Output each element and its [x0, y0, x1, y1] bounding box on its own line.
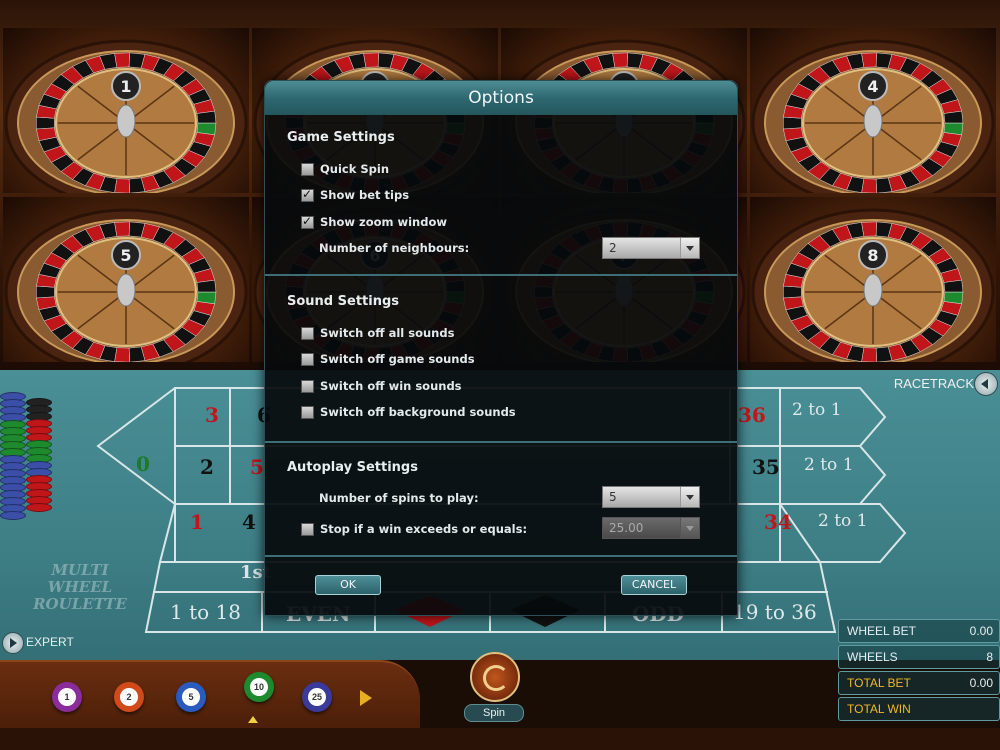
switch-off-all-checkbox[interactable]	[301, 326, 314, 340]
chip-10[interactable]: 10	[244, 672, 274, 702]
racetrack-label[interactable]: RACETRACK	[894, 376, 974, 391]
wheel-1[interactable]: 1	[3, 28, 249, 193]
chip-stack	[0, 392, 26, 520]
dialog-title: Options	[265, 81, 737, 115]
chevron-down-icon[interactable]	[680, 238, 699, 258]
section-divider	[265, 274, 737, 276]
wheel-8[interactable]: 8	[750, 197, 996, 362]
switch-off-all-option[interactable]: Switch off all sounds	[301, 325, 454, 341]
expert-toggle-icon[interactable]	[2, 632, 24, 654]
wheel-bet-stat: WHEEL BET 0.00	[838, 619, 1000, 643]
section-divider	[265, 441, 737, 443]
column-bet-top[interactable]: 2 to 1	[792, 400, 842, 420]
low-bet[interactable]: 1 to 18	[170, 600, 241, 624]
switch-off-win-option[interactable]: Switch off win sounds	[301, 378, 462, 394]
racetrack-toggle-icon[interactable]	[974, 372, 998, 396]
wheel-number-label: 1	[120, 77, 131, 96]
number-cell[interactable]: 35	[752, 455, 780, 479]
number-cell[interactable]: 5	[250, 455, 264, 479]
show-bet-tips-checkbox[interactable]	[301, 187, 314, 202]
ok-button[interactable]: OK	[315, 575, 381, 595]
number-cell[interactable]: 4	[242, 510, 256, 534]
neighbours-select[interactable]: 2	[602, 237, 700, 259]
quick-spin-checkbox[interactable]	[301, 162, 314, 176]
show-bet-tips-option[interactable]: Show bet tips	[301, 187, 409, 203]
chip-scroll-arrow-icon[interactable]	[360, 690, 372, 706]
total-win-stat: TOTAL WIN	[838, 697, 1000, 721]
switch-off-background-option[interactable]: Switch off background sounds	[301, 404, 516, 420]
stop-win-option[interactable]: Stop if a win exceeds or equals:	[301, 521, 527, 537]
cancel-button[interactable]: CANCEL	[621, 575, 687, 595]
chip-5[interactable]: 5	[176, 682, 206, 712]
number-cell[interactable]: 2	[200, 455, 214, 479]
column-bet-mid[interactable]: 2 to 1	[804, 455, 854, 475]
chevron-down-icon[interactable]	[680, 487, 699, 507]
stop-win-checkbox[interactable]	[301, 522, 314, 536]
chip-1[interactable]: 1	[52, 682, 82, 712]
number-cell[interactable]: 34	[764, 510, 792, 534]
section-divider	[265, 555, 737, 557]
wheel-number-label: 5	[120, 246, 131, 265]
chevron-down-icon	[680, 518, 699, 538]
spins-select[interactable]: 5	[602, 486, 700, 508]
wheel-5[interactable]: 5	[3, 197, 249, 362]
number-cell[interactable]: 36	[738, 403, 766, 427]
wheel-4[interactable]: 4	[750, 28, 996, 193]
stop-win-select: 25.00	[602, 517, 700, 539]
show-zoom-window-option[interactable]: Show zoom window	[301, 214, 447, 230]
zero-cell[interactable]: 0	[136, 452, 150, 476]
chip-25[interactable]: 25	[302, 682, 332, 712]
quick-spin-option[interactable]: Quick Spin	[301, 161, 389, 177]
wheel-number-label: 8	[867, 246, 878, 265]
expert-label[interactable]: EXPERT	[26, 635, 74, 649]
show-zoom-window-checkbox[interactable]	[301, 214, 314, 229]
wheel-number-label: 4	[867, 77, 878, 96]
chip-2[interactable]: 2	[114, 682, 144, 712]
total-bet-stat: TOTAL BET 0.00	[838, 671, 1000, 695]
chip-stack	[26, 398, 52, 512]
options-dialog: Options Game Settings Quick Spin Show be…	[264, 80, 738, 616]
multi-wheel-roulette-logo: MULTI WHEEL ROULETTE	[33, 561, 127, 613]
spin-button[interactable]	[470, 652, 520, 702]
spin-label[interactable]: Spin	[464, 704, 524, 722]
high-bet[interactable]: 19 to 36	[733, 600, 817, 624]
switch-off-win-checkbox[interactable]	[301, 379, 314, 393]
neighbours-label: Number of neighbours:	[319, 241, 470, 255]
bottom-bar	[0, 728, 1000, 750]
selected-chip-marker-icon	[248, 716, 258, 723]
sound-settings-title: Sound Settings	[287, 294, 399, 309]
column-bet-bot[interactable]: 2 to 1	[818, 511, 868, 531]
spins-label: Number of spins to play:	[319, 491, 479, 505]
game-settings-title: Game Settings	[287, 130, 395, 145]
wheels-stat: WHEELS 8	[838, 645, 1000, 669]
number-cell[interactable]: 1	[190, 510, 204, 534]
switch-off-game-checkbox[interactable]	[301, 352, 314, 366]
switch-off-background-checkbox[interactable]	[301, 405, 314, 419]
switch-off-game-option[interactable]: Switch off game sounds	[301, 351, 475, 367]
autoplay-settings-title: Autoplay Settings	[287, 460, 418, 475]
number-cell[interactable]: 3	[205, 403, 219, 427]
